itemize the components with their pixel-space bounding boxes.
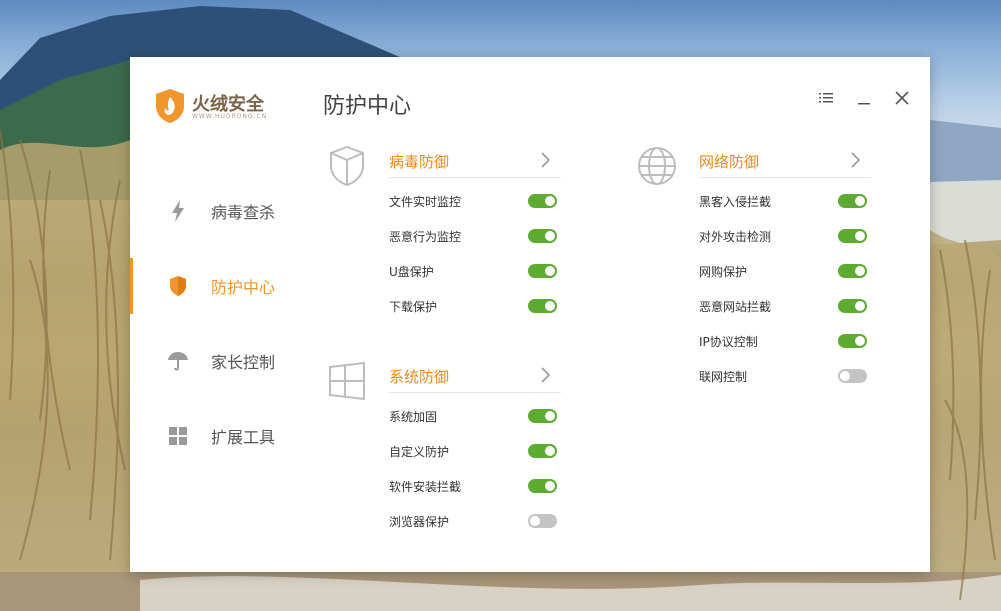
toggle-knob: [855, 301, 865, 311]
toggle-switch[interactable]: [528, 479, 557, 493]
toggle-knob: [840, 371, 850, 381]
setting-label: 对外攻击检测: [699, 230, 772, 244]
section-title: 病毒防御: [389, 153, 450, 171]
toggle-switch[interactable]: [838, 264, 867, 278]
toggle-knob: [545, 446, 555, 456]
setting-row: 浏览器保护: [389, 510, 561, 532]
page-title: 防护中心: [323, 94, 412, 119]
setting-row: 下载保护: [389, 295, 561, 317]
sidebar-item-label: 病毒查杀: [211, 203, 276, 222]
section-header[interactable]: 网络防御: [699, 150, 871, 178]
setting-label: 恶意网站拦截: [699, 300, 772, 314]
toggle-knob: [545, 301, 555, 311]
app-window: 火绒安全 WWW.HUORONG.CN 病毒查杀 防护中心 家长控制 扩展工具 …: [130, 57, 930, 572]
setting-label: 下载保护: [389, 300, 438, 314]
setting-label: 自定义防护: [389, 445, 450, 459]
toggle-switch[interactable]: [528, 229, 557, 243]
chevron-right-icon[interactable]: [848, 151, 862, 169]
menu-icon[interactable]: [815, 87, 837, 109]
setting-label: 联网控制: [699, 370, 748, 384]
toggle-knob: [545, 231, 555, 241]
toggle-switch[interactable]: [528, 299, 557, 313]
section-title: 系统防御: [389, 368, 450, 386]
toggle-knob: [855, 196, 865, 206]
toggle-switch[interactable]: [528, 194, 557, 208]
huorong-logo-icon: [156, 89, 184, 123]
toggle-knob: [530, 516, 540, 526]
toggle-switch[interactable]: [528, 514, 557, 528]
toggle-knob: [545, 481, 555, 491]
globe-icon: [638, 147, 676, 185]
sidebar-item-protection-center[interactable]: 防护中心: [130, 258, 300, 314]
setting-label: 软件安装拦截: [389, 480, 462, 494]
setting-label: U盘保护: [389, 265, 434, 279]
toggle-switch[interactable]: [838, 299, 867, 313]
setting-row: 网购保护: [699, 260, 871, 282]
sidebar-item-label: 扩展工具: [211, 428, 276, 447]
toggle-knob: [545, 411, 555, 421]
setting-row: 联网控制: [699, 365, 871, 387]
sidebar-item-parental-control[interactable]: 家长控制: [130, 333, 300, 389]
setting-row: IP协议控制: [699, 330, 871, 352]
setting-label: 系统加固: [389, 410, 438, 424]
setting-label: 恶意行为监控: [389, 230, 462, 244]
toggle-knob: [855, 336, 865, 346]
sidebar-item-extension-tools[interactable]: 扩展工具: [130, 408, 300, 464]
toggle-knob: [545, 196, 555, 206]
grid-icon: [169, 427, 187, 445]
toggle-knob: [855, 266, 865, 276]
sidebar-item-label: 防护中心: [211, 278, 276, 297]
setting-row: 恶意行为监控: [389, 225, 561, 247]
toggle-switch[interactable]: [838, 194, 867, 208]
sidebar-item-virus-scan[interactable]: 病毒查杀: [130, 183, 300, 239]
toggle-switch[interactable]: [838, 229, 867, 243]
shield-icon: [170, 276, 186, 296]
app-url: WWW.HUORONG.CN: [192, 113, 268, 120]
toggle-switch[interactable]: [528, 444, 557, 458]
setting-row: 黑客入侵拦截: [699, 190, 871, 212]
setting-label: 黑客入侵拦截: [699, 195, 772, 209]
toggle-switch[interactable]: [838, 334, 867, 348]
toggle-switch[interactable]: [528, 264, 557, 278]
setting-label: 浏览器保护: [389, 515, 450, 529]
setting-row: 软件安装拦截: [389, 475, 561, 497]
setting-row: 自定义防护: [389, 440, 561, 462]
setting-row: 文件实时监控: [389, 190, 561, 212]
close-icon[interactable]: [891, 87, 913, 109]
setting-row: 恶意网站拦截: [699, 295, 871, 317]
setting-row: U盘保护: [389, 260, 561, 282]
minimize-icon[interactable]: [853, 87, 875, 109]
section-title: 网络防御: [699, 153, 760, 171]
setting-label: IP协议控制: [699, 335, 758, 349]
section-header[interactable]: 病毒防御: [389, 150, 561, 178]
setting-label: 文件实时监控: [389, 195, 462, 209]
toggle-switch[interactable]: [838, 369, 867, 383]
lightning-icon: [172, 200, 184, 222]
section-header[interactable]: 系统防御: [389, 365, 561, 393]
logo: 火绒安全 WWW.HUORONG.CN: [154, 88, 284, 126]
setting-row: 对外攻击检测: [699, 225, 871, 247]
windows-icon: [329, 361, 365, 401]
setting-row: 系统加固: [389, 405, 561, 427]
chevron-right-icon[interactable]: [538, 366, 552, 384]
setting-label: 网购保护: [699, 265, 748, 279]
umbrella-icon: [168, 352, 188, 371]
virus-shield-icon: [330, 145, 364, 187]
toggle-knob: [855, 231, 865, 241]
toggle-knob: [545, 266, 555, 276]
sidebar-item-label: 家长控制: [211, 353, 276, 372]
toggle-switch[interactable]: [528, 409, 557, 423]
chevron-right-icon[interactable]: [538, 151, 552, 169]
